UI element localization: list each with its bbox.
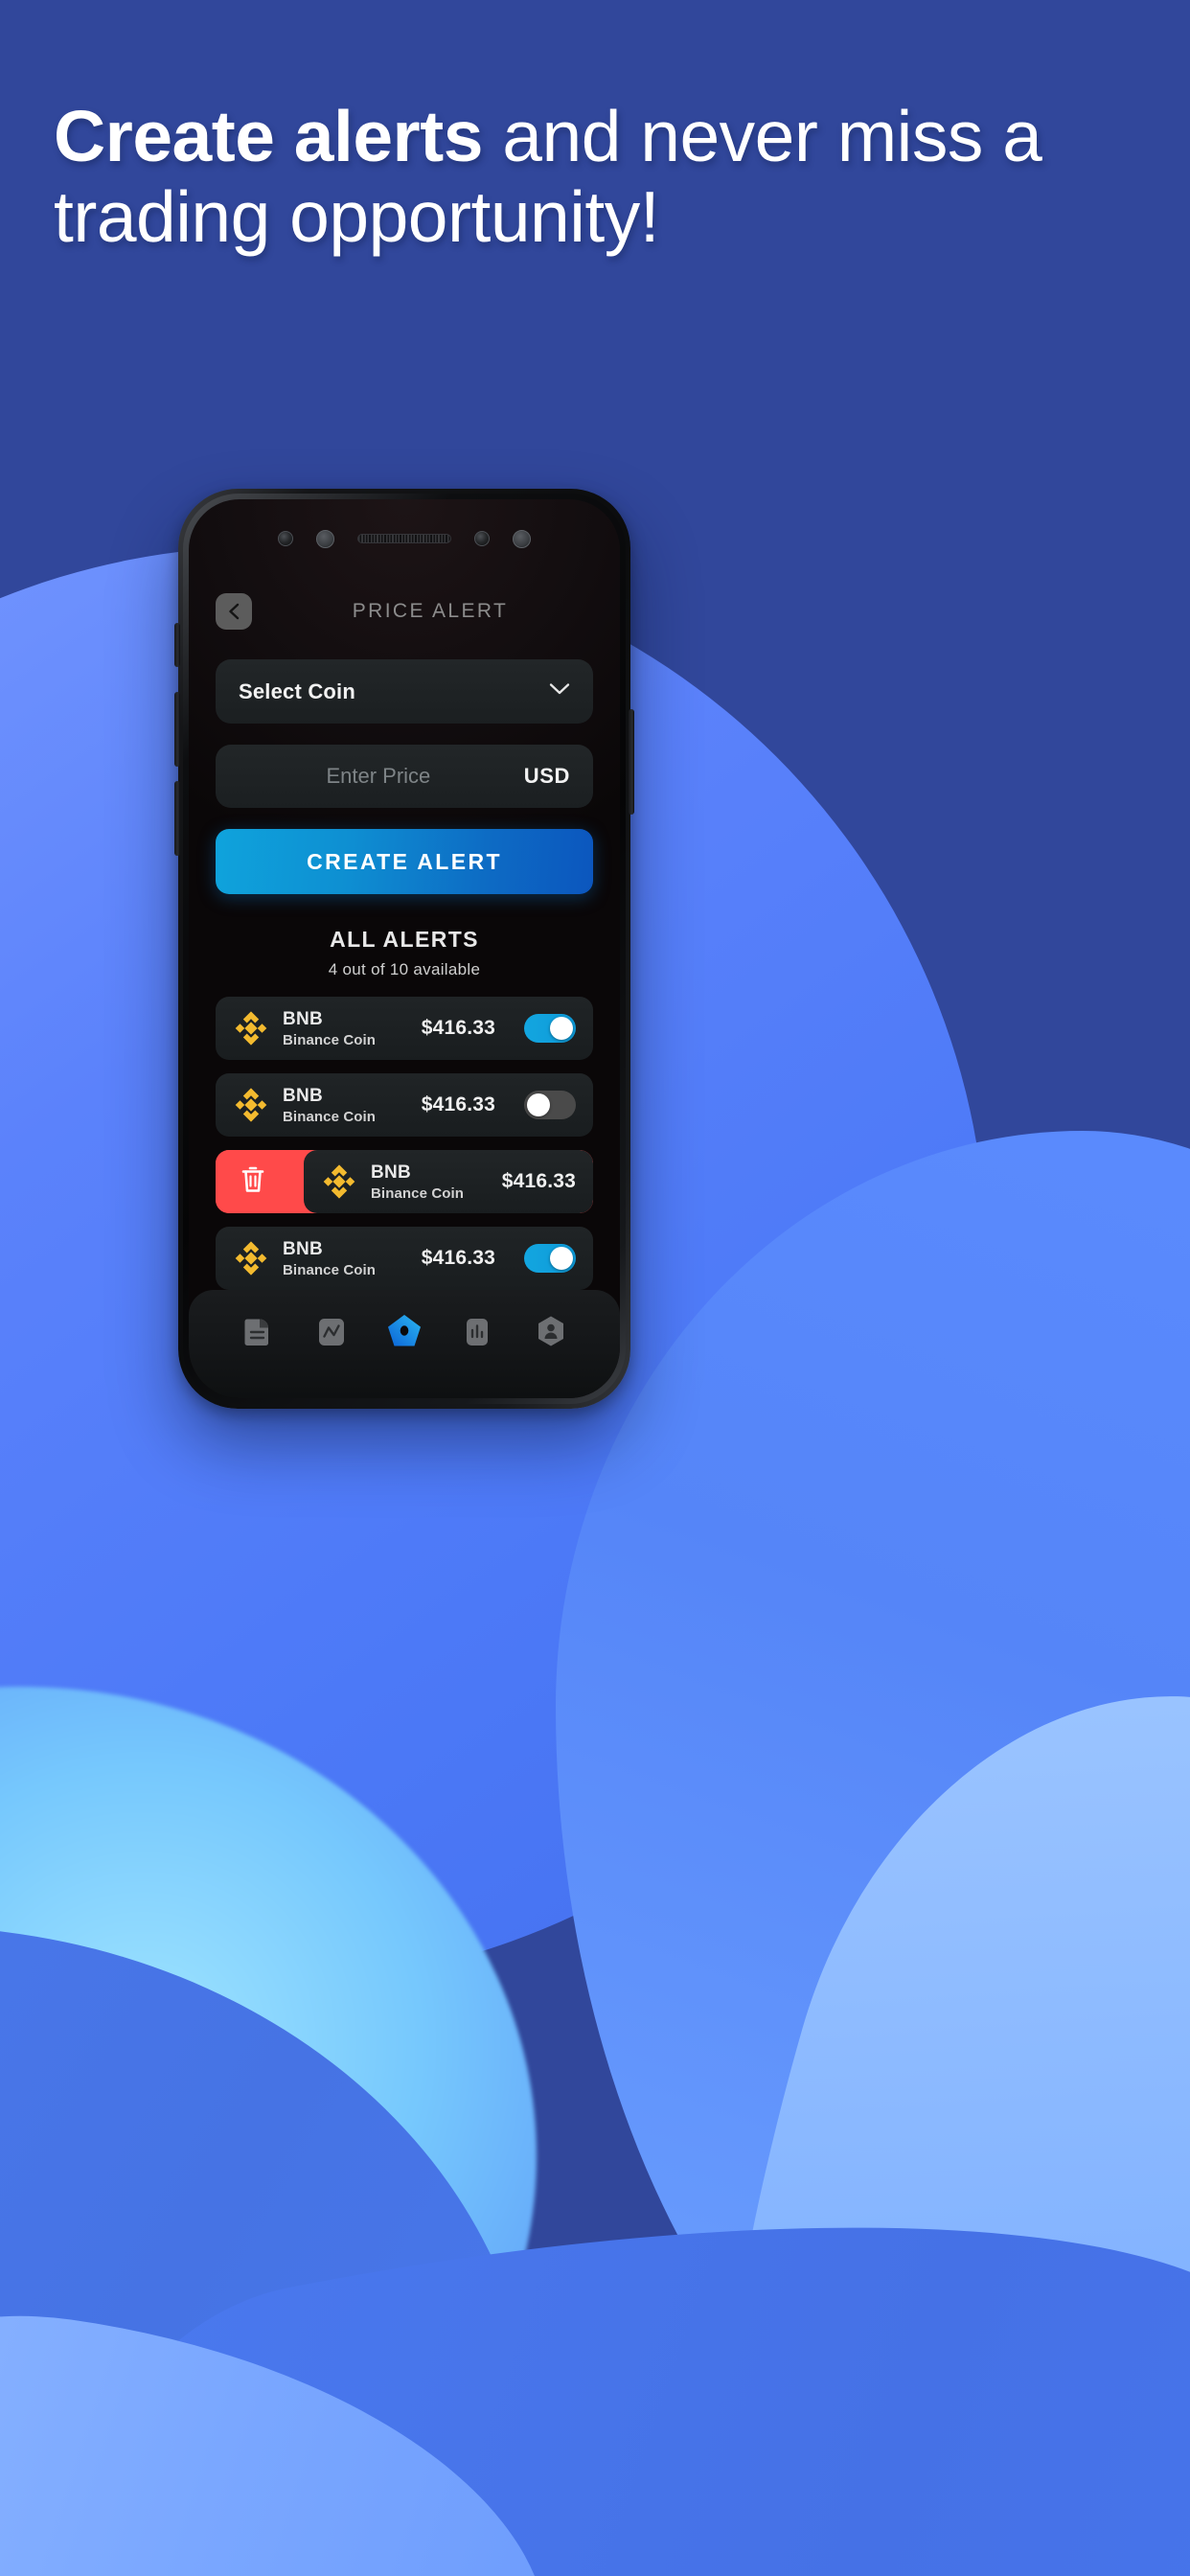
price-input-row[interactable]: Enter Price USD xyxy=(216,744,593,808)
chevron-down-icon xyxy=(549,682,570,701)
toggle-knob xyxy=(550,1017,573,1041)
ir-sensor-icon xyxy=(513,529,531,548)
background-shape-cyan-glow xyxy=(0,1687,537,2576)
binance-coin-icon xyxy=(321,1163,357,1200)
background-shape-light-streak xyxy=(524,1614,1190,2576)
app-header: PRICE ALERT xyxy=(216,589,593,632)
app-root: PRICE ALERT Select Coin Enter Price USD … xyxy=(189,499,620,1398)
proximity-sensor-icon xyxy=(316,529,334,548)
binance-coin-icon xyxy=(233,1240,269,1276)
coin-info: BNB Binance Coin xyxy=(283,1086,376,1125)
alert-row-content[interactable]: BNB Binance Coin $416.33 xyxy=(304,1150,593,1214)
promo-stage: Create alerts and never miss a trading o… xyxy=(0,0,1190,2576)
headline-emphasis: Create alerts xyxy=(54,96,483,176)
coin-select-label: Select Coin xyxy=(239,678,356,703)
phone-button-power[interactable] xyxy=(629,709,634,815)
coin-name: Binance Coin xyxy=(283,1261,377,1278)
nav-item-home[interactable] xyxy=(382,1312,426,1356)
news-document-icon xyxy=(243,1316,272,1351)
page-title: PRICE ALERT xyxy=(352,599,509,622)
nav-item-profile[interactable] xyxy=(529,1312,573,1356)
coin-info: BNB Binance Coin xyxy=(283,1009,376,1048)
phone-mockup: PRICE ALERT Select Coin Enter Price USD … xyxy=(174,489,634,1409)
coin-symbol: BNB xyxy=(283,1008,324,1029)
alert-price: $416.33 xyxy=(501,1170,576,1193)
bottom-nav xyxy=(189,1290,620,1398)
nav-item-market[interactable] xyxy=(309,1312,354,1356)
promo-headline: Create alerts and never miss a trading o… xyxy=(54,96,1108,257)
coin-name: Binance Coin xyxy=(283,1108,377,1125)
alert-toggle[interactable] xyxy=(524,1244,576,1274)
trash-icon xyxy=(240,1165,265,1199)
phone-button-volume-down[interactable] xyxy=(174,781,180,856)
binance-coin-icon xyxy=(233,1087,269,1123)
alert-row-swiped[interactable]: BNB Binance Coin $416.33 xyxy=(216,1150,593,1214)
phone-screen: PRICE ALERT Select Coin Enter Price USD … xyxy=(189,499,620,1398)
alert-list: BNB Binance Coin $416.33 BNB Binance Coi… xyxy=(216,997,593,1291)
alert-price: $416.33 xyxy=(421,1093,495,1116)
toggle-knob xyxy=(527,1093,550,1117)
alerts-section-subtitle: 4 out of 10 available xyxy=(328,960,481,979)
pentagon-home-icon xyxy=(386,1313,423,1354)
phone-button-mute[interactable] xyxy=(174,623,180,667)
background-shape-bottom-left-wedge xyxy=(0,2271,584,2576)
background-shape-right-band xyxy=(556,1131,1190,2568)
phone-frame: PRICE ALERT Select Coin Enter Price USD … xyxy=(174,489,634,1409)
alert-toggle[interactable] xyxy=(524,1014,576,1044)
alerts-section-header: ALL ALERTS 4 out of 10 available xyxy=(216,927,593,979)
coin-info: BNB Binance Coin xyxy=(283,1239,376,1278)
line-chart-icon xyxy=(317,1316,346,1351)
create-alert-button[interactable]: CREATE ALERT xyxy=(216,828,593,895)
delete-alert-button[interactable] xyxy=(216,1150,290,1214)
alert-row[interactable]: BNB Binance Coin $416.33 xyxy=(216,997,593,1061)
coin-info: BNB Binance Coin xyxy=(371,1162,464,1202)
coin-symbol: BNB xyxy=(283,1238,324,1259)
nav-item-news[interactable] xyxy=(236,1312,280,1356)
binance-coin-icon xyxy=(233,1010,269,1046)
alert-row[interactable]: BNB Binance Coin $416.33 xyxy=(216,1073,593,1138)
currency-label: USD xyxy=(523,763,570,788)
coin-select[interactable]: Select Coin xyxy=(216,659,593,724)
alert-toggle[interactable] xyxy=(524,1091,576,1120)
alert-row[interactable]: BNB Binance Coin $416.33 xyxy=(216,1227,593,1291)
alert-price: $416.33 xyxy=(421,1017,495,1040)
nav-item-stats[interactable] xyxy=(455,1312,499,1356)
coin-symbol: BNB xyxy=(283,1085,324,1106)
earpiece-speaker-icon xyxy=(357,534,451,543)
coin-symbol: BNB xyxy=(371,1162,412,1183)
alerts-section-title: ALL ALERTS xyxy=(330,927,479,953)
price-input[interactable]: Enter Price xyxy=(239,764,524,789)
phone-sensor-row xyxy=(189,528,620,549)
profile-icon xyxy=(536,1315,566,1352)
phone-bezel: PRICE ALERT Select Coin Enter Price USD … xyxy=(183,494,626,1404)
ambient-light-sensor-icon xyxy=(474,531,490,546)
background-shape-lower-left xyxy=(0,1926,537,2576)
front-camera-icon xyxy=(278,531,293,546)
toggle-knob xyxy=(550,1247,573,1271)
coin-name: Binance Coin xyxy=(283,1031,377,1048)
coin-name: Binance Coin xyxy=(371,1184,465,1202)
phone-button-volume-up[interactable] xyxy=(174,692,180,767)
background-shape-bottom-plate xyxy=(0,2103,1190,2576)
bar-chart-icon xyxy=(463,1316,492,1351)
alert-price: $416.33 xyxy=(421,1247,495,1270)
